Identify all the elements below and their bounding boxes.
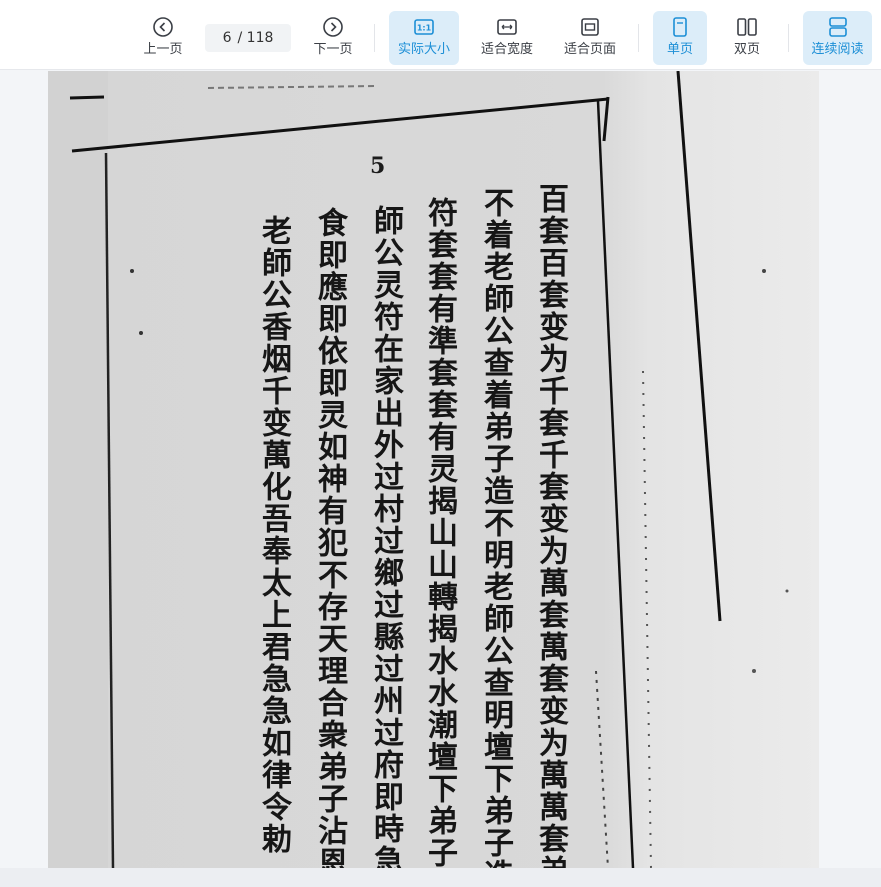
prev-page-button[interactable]: 上一页: [136, 11, 190, 65]
toolbar-divider: [638, 24, 639, 52]
toolbar-divider: [788, 24, 789, 52]
scanned-page: 5 百套百套变为千套千套变为萬套萬套变为萬萬套弟子 不着老師公查着弟子造不明老師…: [48, 71, 819, 868]
svg-text:1:1: 1:1: [417, 24, 432, 33]
prev-page-label: 上一页: [143, 42, 183, 57]
actual-size-label: 实际大小: [397, 42, 450, 57]
page-number-marker: 5: [370, 153, 386, 179]
single-page-label: 单页: [666, 42, 693, 57]
next-page-label: 下一页: [313, 42, 353, 57]
chevron-right-circle-icon: [323, 17, 343, 37]
total-pages: / 118: [237, 30, 274, 46]
text-column-1: 百套百套变为千套千套变为萬套萬套变为萬萬套弟子: [533, 183, 568, 868]
next-page-button[interactable]: 下一页: [306, 11, 360, 65]
double-page-icon: [737, 18, 757, 36]
text-column-4: 師公灵符在家出外过村过鄉过縣过州过府即時急: [368, 205, 403, 868]
text-column-6: 老師公香烟千变萬化吾奉太上君急急如律令勅: [256, 215, 291, 855]
text-column-2: 不着老師公查着弟子造不明老師公查明壇下弟子造有: [478, 187, 513, 868]
double-page-button[interactable]: 双页: [720, 11, 774, 65]
toolbar-divider: [374, 24, 375, 52]
fit-width-button[interactable]: 适合宽度: [472, 11, 542, 65]
text-column-3: 符套套有準套套有灵揭山山轉揭水水潮壇下弟子合: [422, 197, 457, 868]
current-page-input[interactable]: 6: [223, 30, 232, 46]
continuous-read-button[interactable]: 连续阅读: [803, 11, 872, 65]
single-page-button[interactable]: 单页: [653, 11, 707, 65]
actual-size-button[interactable]: 1:1 实际大小: [389, 11, 459, 65]
document-viewer[interactable]: 5 百套百套变为千套千套变为萬套萬套变为萬萬套弟子 不着老師公查着弟子造不明老師…: [0, 71, 881, 868]
chevron-left-circle-icon: [153, 17, 173, 37]
continuous-scroll-icon: [828, 17, 847, 37]
viewer-toolbar: 上一页 6 / 118 下一页 1:1 实际大小 适合宽度 适合页面 单页 双页…: [0, 0, 881, 70]
fit-page-label: 适合页面: [563, 42, 616, 57]
bottom-scroll-area[interactable]: [0, 868, 881, 887]
continuous-read-label: 连续阅读: [811, 42, 864, 57]
single-page-icon: [673, 17, 687, 37]
page-indicator[interactable]: 6 / 118: [205, 24, 291, 52]
fit-width-icon: [497, 19, 517, 35]
actual-size-icon: 1:1: [414, 19, 434, 35]
fit-width-label: 适合宽度: [480, 42, 533, 57]
fit-page-button[interactable]: 适合页面: [555, 11, 625, 65]
text-column-5: 食即應即依即灵如神有犯不存天理合衆弟子沾恩: [312, 207, 347, 868]
double-page-label: 双页: [733, 42, 760, 57]
fit-page-icon: [581, 18, 599, 36]
